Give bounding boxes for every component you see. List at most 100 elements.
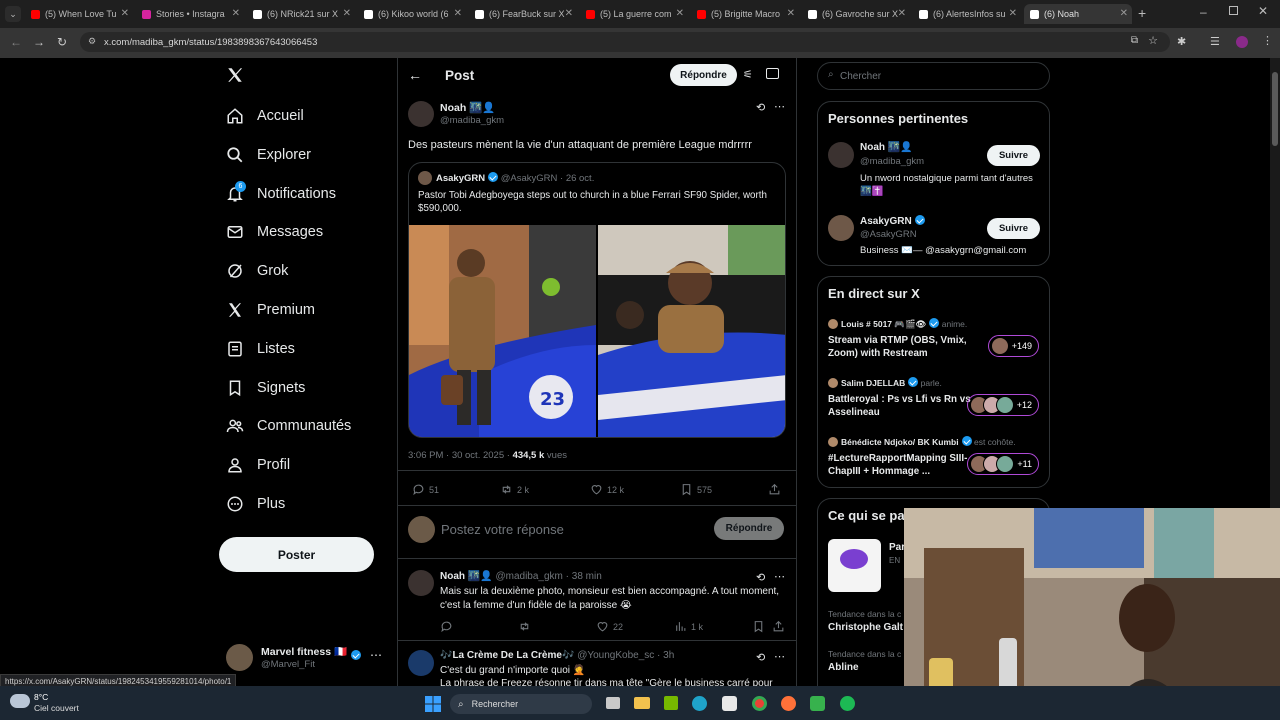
- profile-avatar[interactable]: [1236, 36, 1248, 48]
- install-app-icon[interactable]: ⧉: [1131, 35, 1138, 46]
- reply-author-name[interactable]: Noah 🌃👤: [440, 571, 493, 582]
- reply-header-button[interactable]: Répondre: [670, 64, 737, 86]
- reload-icon[interactable]: ↻: [57, 35, 67, 49]
- close-tab-icon[interactable]: ✕: [343, 8, 351, 19]
- person-handle[interactable]: @madiba_gkm: [860, 156, 924, 167]
- live-participants[interactable]: +11: [967, 453, 1039, 475]
- person-handle[interactable]: @AsakyGRN: [860, 229, 917, 240]
- taskbar-search[interactable]: ⌕ Rechercher: [450, 694, 592, 714]
- more-dots-icon[interactable]: ⋯: [370, 648, 382, 662]
- extensions-icon[interactable]: ✱: [1177, 35, 1186, 48]
- reply-action[interactable]: 51: [412, 483, 439, 496]
- reply-handle[interactable]: @madiba_gkm · 38 min: [495, 571, 601, 582]
- quote-photo-1[interactable]: 23: [409, 225, 596, 437]
- share-action[interactable]: [768, 483, 785, 496]
- live-item[interactable]: Louis # 5017 🎮🎬👁 anime. Stream via RTMP (…: [818, 317, 1051, 369]
- browser-tab[interactable]: (6) AlertesInfos su ✕: [913, 4, 1021, 24]
- browser-menu-icon[interactable]: ⋮: [1262, 34, 1273, 47]
- reply-input[interactable]: Postez votre réponse: [441, 522, 564, 537]
- post-author-handle[interactable]: @madiba_gkm: [440, 115, 504, 126]
- browser-tab[interactable]: Stories • Instagra ✕: [136, 4, 244, 24]
- close-tab-icon[interactable]: ✕: [454, 8, 462, 19]
- reply-handle[interactable]: @YoungKobe_sc · 3h: [577, 650, 674, 661]
- sidebar-item-profil[interactable]: Profil: [226, 449, 290, 481]
- spotify-icon[interactable]: [840, 696, 855, 711]
- more-dots-icon[interactable]: ⋯: [774, 100, 785, 113]
- close-tab-icon[interactable]: ✕: [1009, 8, 1017, 19]
- reading-list-icon[interactable]: ☰: [1210, 35, 1220, 48]
- quote-photo-2[interactable]: [598, 225, 785, 437]
- browser-tab[interactable]: (5) La guerre com ✕: [580, 4, 688, 24]
- site-info-icon[interactable]: ⚙: [88, 36, 96, 47]
- event-thumbnail[interactable]: [828, 539, 881, 592]
- app-icon[interactable]: [810, 696, 825, 711]
- file-explorer-icon[interactable]: [634, 697, 650, 709]
- avatar[interactable]: [828, 215, 854, 241]
- reply-action[interactable]: [440, 620, 457, 633]
- browser-tab[interactable]: (6) FearBuck sur X ✕: [469, 4, 577, 24]
- sidebar-item-signets[interactable]: Signets: [226, 372, 305, 404]
- like-action[interactable]: 22: [596, 620, 623, 633]
- close-tab-icon[interactable]: ✕: [1120, 8, 1128, 19]
- repost-action[interactable]: [518, 620, 535, 633]
- browser-tab[interactable]: (6) NRick21 sur X ✕: [247, 4, 355, 24]
- close-tab-icon[interactable]: ✕: [565, 8, 573, 19]
- follow-button[interactable]: Suivre: [987, 145, 1040, 166]
- sidebar-item-messages[interactable]: Messages: [226, 216, 323, 248]
- maximize-button[interactable]: [1229, 6, 1238, 15]
- browser-tab[interactable]: (6) Kikoo world (6 ✕: [358, 4, 466, 24]
- person-name[interactable]: Noah 🌃👤: [860, 142, 913, 153]
- close-tab-icon[interactable]: ✕: [232, 8, 240, 19]
- browser-tab[interactable]: (5) Brigitte Macro ✕: [691, 4, 799, 24]
- post-time[interactable]: 3:06 PM · 30 oct. 2025 ·: [408, 450, 510, 461]
- views-action[interactable]: 1 k: [674, 620, 703, 633]
- bookmark-star-icon[interactable]: ☆: [1148, 34, 1158, 47]
- address-bar[interactable]: ⚙ x.com/madiba_gkm/status/19838983676430…: [80, 32, 1170, 52]
- grok-icon[interactable]: ⟲: [756, 571, 765, 584]
- reply-author-name[interactable]: 🎶La Crème De La Crème🎶: [440, 650, 574, 661]
- sidebar-item-premium[interactable]: Premium: [226, 294, 315, 326]
- post-author-name[interactable]: Noah 🌃👤: [440, 101, 495, 114]
- bookmark-action[interactable]: 575: [680, 483, 712, 496]
- forward-icon[interactable]: →: [33, 35, 45, 49]
- weather-icon[interactable]: [10, 694, 30, 708]
- store-icon[interactable]: [722, 696, 737, 711]
- live-participants[interactable]: +12: [966, 394, 1039, 416]
- event-title[interactable]: Par: [889, 542, 905, 553]
- sliders-icon[interactable]: ⚟: [743, 68, 753, 81]
- grok-icon[interactable]: ⟲: [756, 101, 765, 114]
- bookmark-action[interactable]: [752, 620, 769, 633]
- like-action[interactable]: 12 k: [590, 483, 624, 496]
- browser-tab[interactable]: (5) When Love Tu ✕: [25, 4, 133, 24]
- back-arrow-icon[interactable]: ←: [408, 67, 422, 83]
- account-switcher[interactable]: Marvel fitness 🇫🇷 @Marvel_Fit ⋯: [226, 644, 386, 674]
- x-logo-icon[interactable]: [226, 66, 244, 89]
- close-tab-icon[interactable]: ✕: [787, 8, 795, 19]
- avatar[interactable]: [828, 142, 854, 168]
- sidebar-item-plus[interactable]: Plus: [226, 488, 285, 520]
- live-item[interactable]: Bénédicte Ndjoko/ BK Kumbi est cohôte. #L…: [818, 435, 1051, 487]
- browser-tab[interactable]: (6) Noah ✕: [1024, 4, 1132, 24]
- sidebar-item-accueil[interactable]: Accueil: [226, 100, 304, 132]
- start-button[interactable]: [425, 696, 441, 712]
- more-dots-icon[interactable]: ⋯: [774, 650, 785, 663]
- live-participants[interactable]: +149: [987, 335, 1039, 357]
- more-dots-icon[interactable]: ⋯: [774, 570, 785, 583]
- follow-button[interactable]: Suivre: [987, 218, 1040, 239]
- sidebar-item-communauts[interactable]: Communautés: [226, 410, 351, 442]
- quoted-post[interactable]: AsakyGRN @AsakyGRN · 26 oct. Pastor Tobi…: [408, 162, 786, 438]
- trend-name[interactable]: Abline: [828, 662, 859, 673]
- close-tab-icon[interactable]: ✕: [898, 8, 906, 19]
- person-name[interactable]: AsakyGRN: [860, 215, 925, 227]
- share-action[interactable]: [772, 620, 789, 633]
- sidebar-item-explorer[interactable]: Explorer: [226, 139, 311, 171]
- avatar[interactable]: [408, 650, 434, 676]
- task-view-icon[interactable]: [606, 697, 620, 709]
- avatar[interactable]: [408, 570, 434, 596]
- sidebar-item-grok[interactable]: Grok: [226, 255, 288, 287]
- edge-icon[interactable]: [692, 696, 707, 711]
- minimize-button[interactable]: –: [1200, 5, 1207, 19]
- weather-temp[interactable]: 8°C: [34, 692, 48, 702]
- chrome-icon[interactable]: [752, 696, 767, 711]
- sidebar-item-notifications[interactable]: 6 Notifications: [226, 178, 336, 210]
